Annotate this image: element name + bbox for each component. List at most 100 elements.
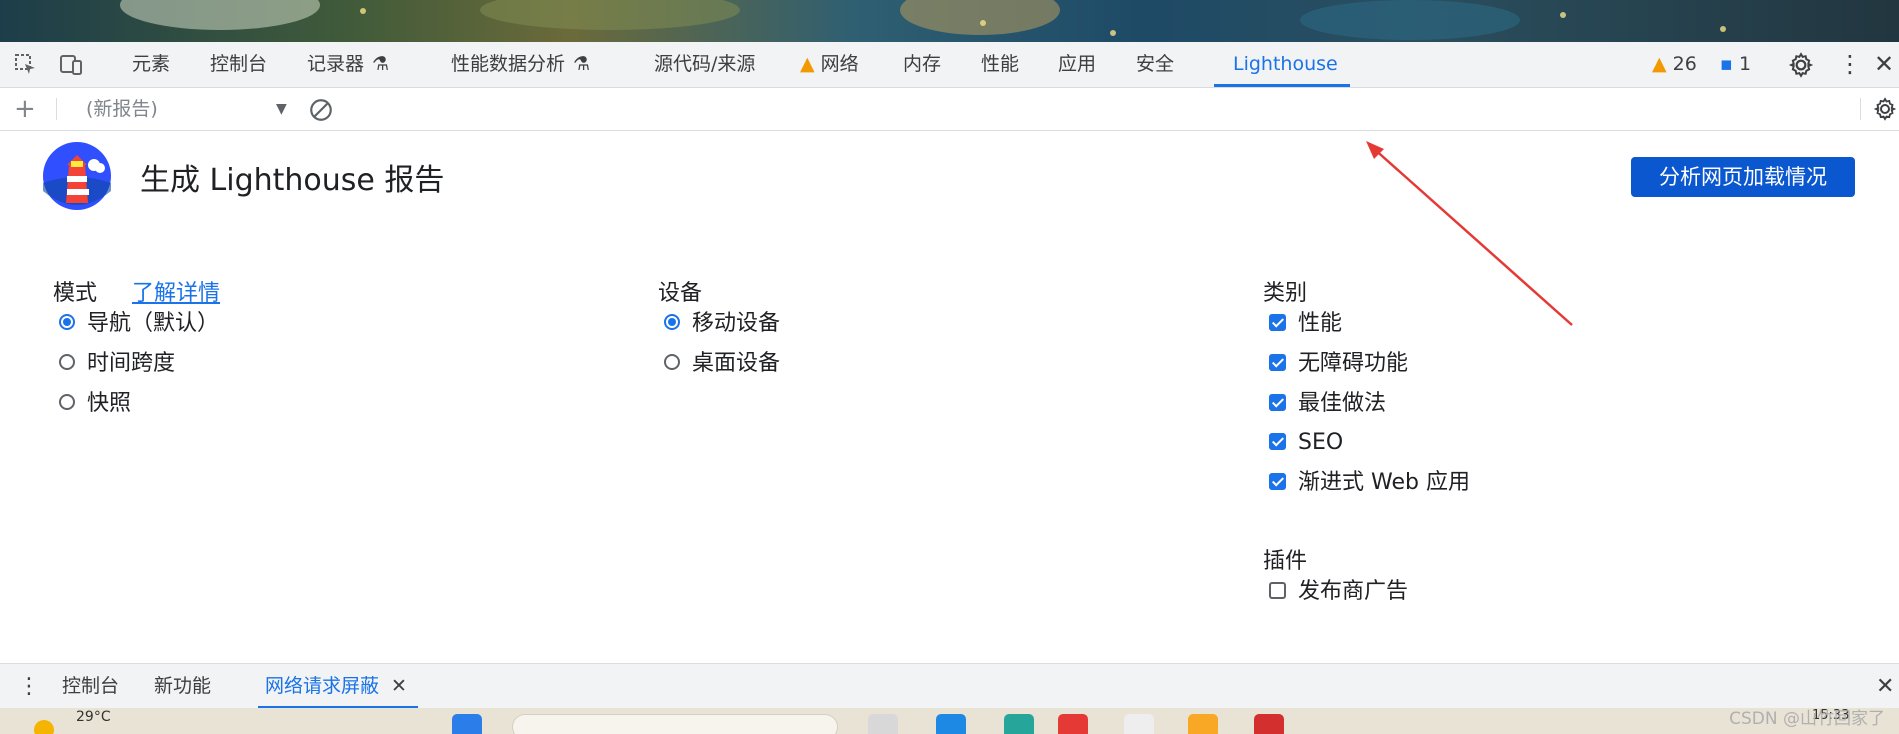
plugin-publisher-ads[interactable]: 发布商广告 (1269, 577, 1408, 607)
active-tab-indicator (1214, 84, 1350, 87)
device-option-desktop[interactable]: 桌面设备 (664, 349, 780, 379)
weather-temperature: 29°C (76, 709, 111, 725)
warnings-count: 26 (1672, 53, 1697, 75)
lighthouse-toolbar: + (新报告) ▼ (0, 88, 1899, 131)
taskbar-app-icon[interactable] (1058, 714, 1088, 734)
checkbox[interactable] (1269, 313, 1286, 331)
tab-recorder[interactable]: 记录器 ⚗ (307, 42, 389, 87)
learn-more-link[interactable]: 了解详情 (132, 275, 220, 307)
option-label: SEO (1298, 430, 1344, 455)
drawer-menu-icon[interactable]: ⋮ (18, 664, 40, 709)
lighthouse-settings-gear-icon[interactable] (1873, 97, 1897, 126)
messages-counter[interactable]: ▪ 1 (1720, 42, 1751, 87)
option-label: 时间跨度 (87, 351, 176, 376)
page-title: 生成 Lighthouse 报告 (140, 163, 445, 198)
checkbox[interactable] (1269, 393, 1286, 411)
taskbar-app-icon[interactable] (1254, 714, 1284, 734)
clear-reports-icon[interactable] (308, 97, 334, 128)
option-label: 快照 (87, 391, 132, 416)
option-label: 导航（默认） (87, 311, 220, 336)
tab-application[interactable]: 应用 (1058, 42, 1096, 87)
device-option-mobile[interactable]: 移动设备 (664, 309, 780, 339)
option-label: 移动设备 (692, 311, 781, 336)
radio-button[interactable] (59, 314, 75, 330)
taskbar-app-icon[interactable] (1004, 714, 1034, 734)
taskbar-app-icon[interactable] (1188, 714, 1218, 734)
checkbox[interactable] (1269, 353, 1286, 371)
toolbar-divider (56, 98, 57, 120)
mode-heading: 模式 (53, 281, 98, 306)
tab-performance[interactable]: 性能 (981, 42, 1019, 87)
start-icon[interactable] (452, 714, 482, 734)
category-accessibility[interactable]: 无障碍功能 (1269, 349, 1408, 379)
os-taskbar: 29°C 15:33 (0, 708, 1899, 734)
lighthouse-logo (42, 141, 112, 215)
devtools-tab-bar: 元素 控制台 记录器 ⚗ 性能数据分析 ⚗ 源代码/来源 ▲ 网络 内存 性能 应用 … (0, 42, 1899, 88)
tab-network[interactable]: ▲ 网络 (800, 42, 859, 87)
analyze-page-load-button[interactable]: 分析网页加载情况 (1631, 157, 1855, 197)
mode-option-navigation[interactable]: 导航（默认） (59, 309, 219, 339)
option-label: 性能 (1298, 311, 1343, 336)
tab-sources[interactable]: 源代码/来源 (654, 42, 755, 87)
close-drawer-icon[interactable]: ✕ (1876, 664, 1894, 709)
radio-button[interactable] (664, 354, 680, 370)
tab-network-label: 网络 (820, 53, 859, 75)
new-report-plus-icon[interactable]: + (14, 88, 36, 130)
category-performance[interactable]: 性能 (1269, 309, 1342, 339)
option-label: 无障碍功能 (1298, 351, 1409, 376)
device-heading: 设备 (658, 281, 703, 306)
categories-heading: 类别 (1263, 281, 1308, 306)
option-label: 发布商广告 (1298, 579, 1409, 604)
tab-lighthouse[interactable]: Lighthouse (1233, 42, 1338, 87)
warning-icon: ▲ (800, 53, 815, 75)
lighthouse-start-panel: 生成 Lighthouse 报告 分析网页加载情况 模式 了解详情 导航（默认）… (0, 131, 1899, 663)
taskbar-app-icon[interactable] (868, 714, 898, 734)
watermark: CSDN @山竹回家了 (1729, 709, 1885, 729)
option-label: 桌面设备 (692, 351, 781, 376)
taskbar-search-box[interactable] (512, 714, 838, 734)
drawer-tab-network-request-blocking[interactable]: 网络请求屏蔽 ✕ (265, 664, 407, 709)
message-icon: ▪ (1720, 53, 1733, 75)
mode-option-timespan[interactable]: 时间跨度 (59, 349, 175, 379)
checkbox[interactable] (1269, 432, 1286, 450)
drawer-tab-label: 网络请求屏蔽 (265, 675, 380, 697)
tab-security[interactable]: 安全 (1136, 42, 1174, 87)
tab-console[interactable]: 控制台 (210, 42, 267, 87)
radio-button[interactable] (59, 394, 75, 410)
category-seo[interactable]: SEO (1269, 428, 1343, 458)
flask-icon: ⚗ (573, 53, 591, 75)
option-label: 渐进式 Web 应用 (1298, 470, 1470, 495)
report-select[interactable]: (新报告) ▼ (86, 88, 292, 130)
radio-button[interactable] (59, 354, 75, 370)
checkbox[interactable] (1269, 472, 1286, 490)
taskbar-app-icon[interactable] (936, 714, 966, 734)
option-label: 最佳做法 (1298, 391, 1387, 416)
tab-performance-insights[interactable]: 性能数据分析 ⚗ (451, 42, 590, 87)
warnings-counter[interactable]: ▲ 26 (1652, 42, 1697, 87)
close-tab-icon[interactable]: ✕ (391, 675, 407, 697)
warning-icon: ▲ (1652, 53, 1667, 75)
annotation-arrow (1366, 141, 1573, 326)
taskbar-app-icon[interactable] (1124, 714, 1154, 734)
tab-elements[interactable]: 元素 (132, 42, 170, 87)
report-select-value: (新报告) (86, 98, 158, 120)
mode-option-snapshot[interactable]: 快照 (59, 389, 131, 419)
drawer-tab-bar: ⋮ 控制台 新功能 网络请求屏蔽 ✕ ✕ (0, 663, 1899, 709)
drawer-tab-whats-new[interactable]: 新功能 (154, 664, 211, 709)
messages-count: 1 (1738, 53, 1752, 75)
toolbar-divider-right (1860, 98, 1861, 120)
weather-icon (34, 720, 54, 734)
category-pwa[interactable]: 渐进式 Web 应用 (1269, 468, 1470, 498)
tab-recorder-label: 记录器 (307, 53, 365, 75)
drawer-tab-console[interactable]: 控制台 (62, 664, 119, 709)
page-banner-image (0, 0, 1899, 42)
radio-button[interactable] (664, 314, 680, 330)
checkbox[interactable] (1269, 581, 1286, 599)
tab-memory[interactable]: 内存 (903, 42, 941, 87)
flask-icon: ⚗ (372, 53, 390, 75)
close-devtools-icon[interactable]: ✕ (1874, 42, 1894, 87)
plugins-heading: 插件 (1263, 549, 1308, 574)
more-options-icon[interactable]: ⋮ (1838, 42, 1862, 87)
chevron-down-icon: ▼ (276, 101, 287, 117)
category-best-practices[interactable]: 最佳做法 (1269, 389, 1386, 419)
